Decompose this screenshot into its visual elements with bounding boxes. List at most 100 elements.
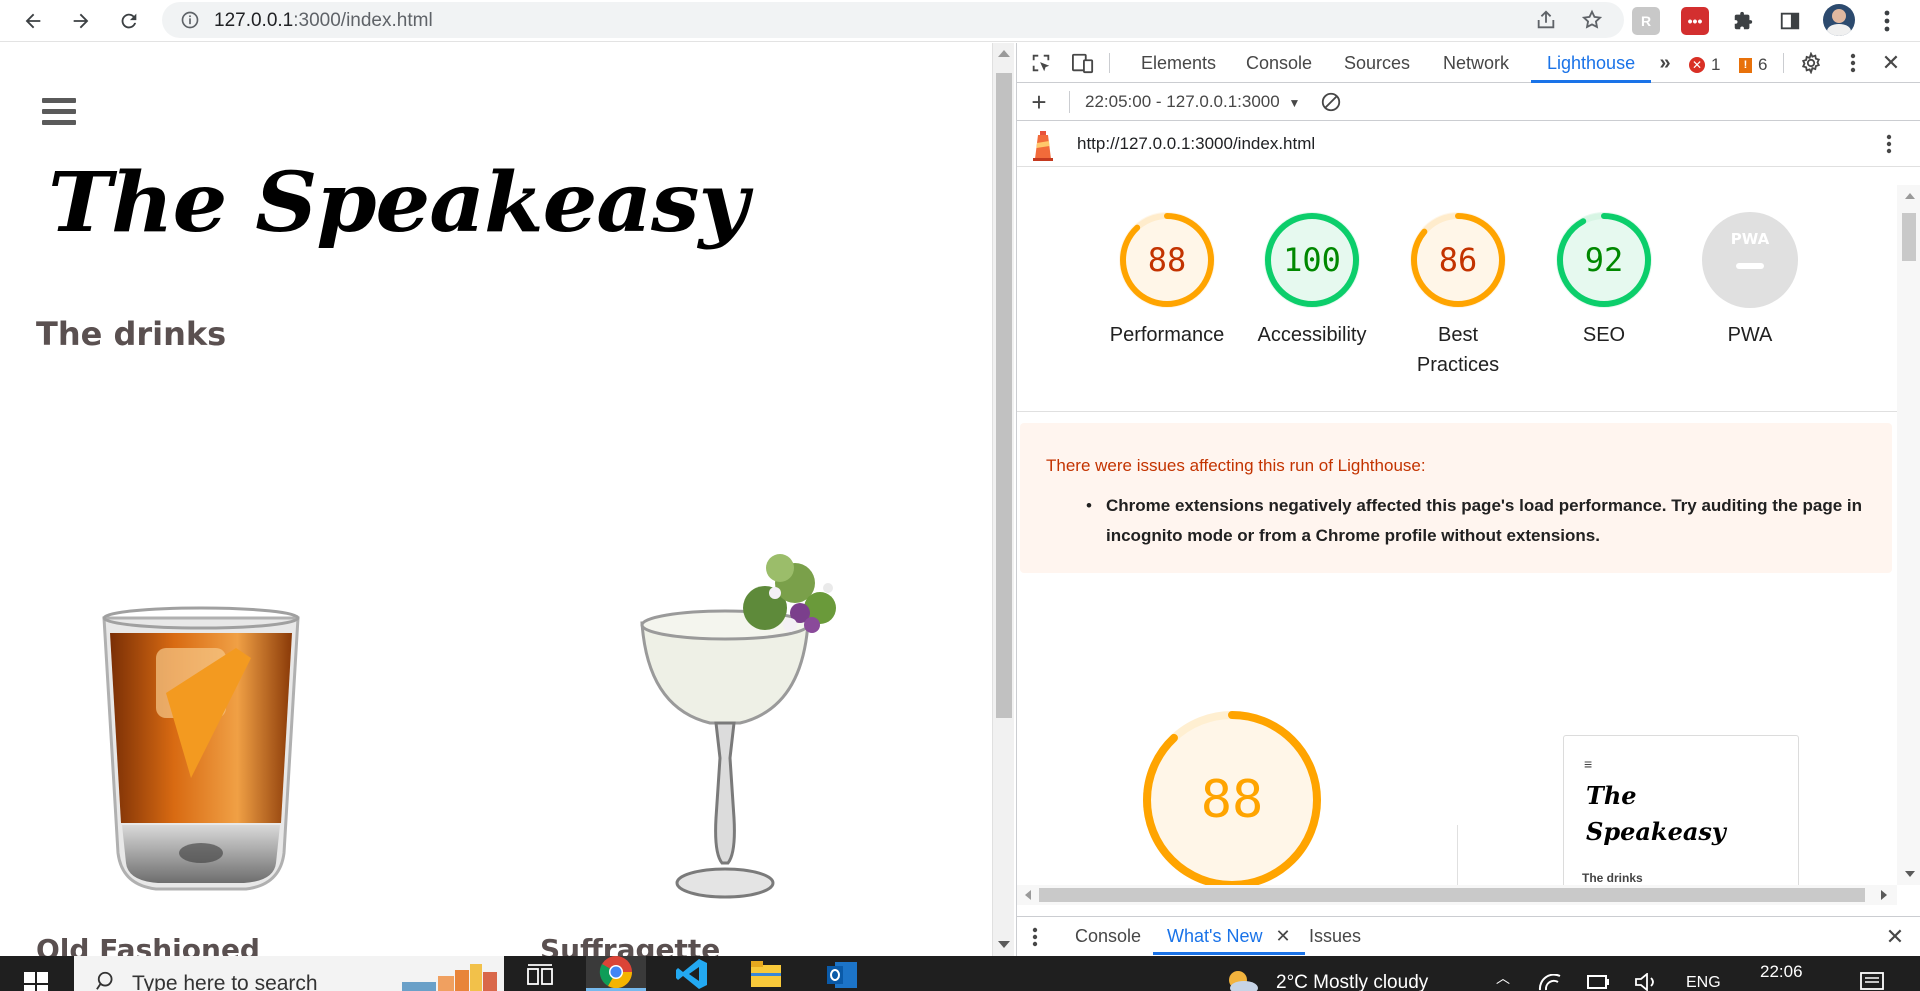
- reload-button[interactable]: [114, 6, 144, 36]
- report-horizontal-scrollbar[interactable]: [1017, 885, 1897, 905]
- tab-network[interactable]: Network: [1443, 43, 1509, 83]
- weather-text[interactable]: 2°C Mostly cloudy: [1276, 972, 1428, 991]
- thumbnail-heading: The drinks: [1582, 871, 1643, 885]
- address-bar[interactable]: 127.0.0.1:3000/index.html: [162, 2, 1624, 38]
- devtools-menu-icon[interactable]: [1841, 51, 1865, 75]
- error-icon: ✕: [1689, 57, 1705, 73]
- score-value: 88: [1148, 241, 1187, 279]
- forward-button[interactable]: [66, 6, 96, 36]
- report-selector-label: 22:05:00 - 127.0.0.1:3000: [1085, 92, 1280, 111]
- browser-toolbar: 127.0.0.1:3000/index.html R •••: [0, 0, 1920, 42]
- task-view-icon[interactable]: [510, 956, 570, 991]
- error-count: 1: [1711, 55, 1721, 74]
- drink-caption-suffragette: Suffragette: [540, 933, 721, 956]
- taskbar-file-explorer-icon[interactable]: [736, 956, 796, 991]
- search-placeholder: Type here to search: [132, 972, 318, 991]
- clock-time[interactable]: 22:06: [1760, 962, 1803, 982]
- tab-lighthouse[interactable]: Lighthouse: [1531, 43, 1652, 83]
- windows-start-icon[interactable]: [24, 972, 48, 991]
- score-gauge-seo[interactable]: 92 SEO: [1534, 210, 1674, 350]
- extensions-puzzle-icon[interactable]: [1728, 6, 1758, 36]
- flower-garnish: [743, 554, 836, 633]
- forward-arrow-icon: [73, 13, 89, 29]
- drink-caption-old-fashioned: Old Fashioned: [36, 933, 260, 956]
- section-heading: The drinks: [36, 315, 227, 353]
- thumbnail-hamburger-icon: ≡: [1584, 756, 1593, 772]
- score-label: Best Practices: [1416, 324, 1500, 376]
- score-gauge-pwa[interactable]: PWA PWA: [1680, 210, 1820, 350]
- inspect-element-icon[interactable]: [1029, 51, 1053, 75]
- windows-taskbar: Type here to search 2°C Mostly cloudy ︿ …: [0, 956, 1920, 991]
- warning-counter[interactable]: ! 6: [1739, 55, 1767, 75]
- score-gauge-performance[interactable]: 88 Performance: [1097, 210, 1237, 350]
- taskbar-search-box[interactable]: Type here to search: [74, 956, 504, 991]
- devtools-tab-bar: Elements Console Sources Network Lightho…: [1017, 43, 1920, 83]
- page-scroll-thumb[interactable]: [996, 73, 1012, 718]
- warning-count: 6: [1758, 55, 1768, 74]
- tab-sources[interactable]: Sources: [1344, 43, 1410, 83]
- lighthouse-url-bar: http://127.0.0.1:3000/index.html: [1017, 121, 1920, 167]
- more-tabs-chevron-icon[interactable]: »: [1653, 51, 1677, 75]
- browser-menu-icon[interactable]: [1872, 6, 1902, 36]
- score-label: Performance: [1109, 324, 1225, 346]
- site-info-icon[interactable]: [178, 8, 202, 32]
- search-icon: [96, 971, 113, 990]
- close-tab-icon[interactable]: ✕: [1275, 926, 1290, 946]
- scroll-up-arrow[interactable]: [998, 50, 1010, 57]
- drawer-tab-issues[interactable]: Issues: [1309, 917, 1361, 955]
- score-label: SEO: [1582, 324, 1626, 346]
- report-selector[interactable]: 22:05:00 - 127.0.0.1:3000 ▼: [1085, 92, 1300, 112]
- taskbar-outlook-icon[interactable]: [812, 956, 872, 991]
- scroll-down-arrow[interactable]: [998, 941, 1010, 948]
- page-screenshot-thumbnail[interactable]: ≡ The Speakeasy The drinks: [1563, 735, 1799, 885]
- hamburger-menu-icon[interactable]: [42, 98, 76, 128]
- taskbar-chrome-icon[interactable]: [586, 956, 646, 991]
- devtools-drawer: Console What's New ✕ Issues ✕: [1017, 916, 1920, 956]
- taskbar-vscode-icon[interactable]: [662, 956, 722, 991]
- profile-avatar[interactable]: [1823, 4, 1855, 36]
- reload-icon: [121, 13, 137, 29]
- new-report-plus-icon[interactable]: +: [1027, 87, 1051, 117]
- close-drawer-icon[interactable]: ✕: [1883, 924, 1907, 949]
- error-counter[interactable]: ✕ 1: [1689, 55, 1720, 75]
- bookmark-star-icon[interactable]: [1580, 8, 1604, 32]
- tab-console[interactable]: Console: [1246, 43, 1312, 83]
- back-button[interactable]: [18, 6, 48, 36]
- extension-icon-1[interactable]: R: [1632, 7, 1660, 35]
- drawer-tab-whats-new[interactable]: What's New ✕: [1153, 917, 1305, 955]
- web-page-viewport: The Speakeasy The drinks Old Fashioned S…: [0, 43, 992, 956]
- performance-score-large: 88: [1201, 770, 1264, 830]
- clear-reports-icon[interactable]: [1319, 90, 1343, 114]
- score-value: 100: [1283, 241, 1341, 279]
- drawer-menu-icon[interactable]: [1023, 925, 1047, 949]
- score-gauge-ring: 88: [1119, 212, 1215, 308]
- extension-icon-2[interactable]: •••: [1681, 7, 1709, 35]
- close-devtools-icon[interactable]: ✕: [1879, 50, 1903, 75]
- weather-cloudy-icon[interactable]: [1224, 968, 1260, 991]
- url-text[interactable]: 127.0.0.1:3000/index.html: [214, 10, 433, 32]
- tray-show-hidden-icon[interactable]: ︿: [1496, 968, 1510, 988]
- score-gauge-accessibility[interactable]: 100 Accessibility: [1242, 210, 1382, 350]
- settings-gear-icon[interactable]: [1799, 51, 1823, 75]
- score-gauge-best-practices[interactable]: 86 Best Practices: [1388, 210, 1528, 380]
- report-url[interactable]: http://127.0.0.1:3000/index.html: [1077, 134, 1315, 154]
- search-highlight-image: [402, 964, 497, 991]
- network-icon[interactable]: [1538, 974, 1562, 991]
- side-panel-icon[interactable]: [1775, 6, 1805, 36]
- notifications-icon[interactable]: [1860, 972, 1884, 991]
- page-scrollbar[interactable]: [992, 43, 1014, 956]
- report-menu-icon[interactable]: [1877, 132, 1901, 156]
- drawer-tab-console[interactable]: Console: [1075, 917, 1141, 955]
- language-indicator[interactable]: ENG: [1686, 974, 1721, 991]
- volume-icon[interactable]: [1634, 973, 1660, 991]
- suffragette-image: [640, 554, 836, 899]
- score-gauge-ring: 86: [1410, 212, 1506, 308]
- report-hscroll-thumb[interactable]: [1039, 888, 1865, 902]
- report-vertical-scrollbar[interactable]: [1897, 185, 1920, 885]
- share-icon[interactable]: [1534, 8, 1558, 32]
- site-title: The Speakeasy: [48, 155, 749, 251]
- tab-elements[interactable]: Elements: [1141, 43, 1216, 83]
- battery-plug-icon[interactable]: [1586, 973, 1612, 991]
- device-toolbar-icon[interactable]: [1071, 51, 1095, 75]
- report-scroll-thumb[interactable]: [1902, 213, 1916, 261]
